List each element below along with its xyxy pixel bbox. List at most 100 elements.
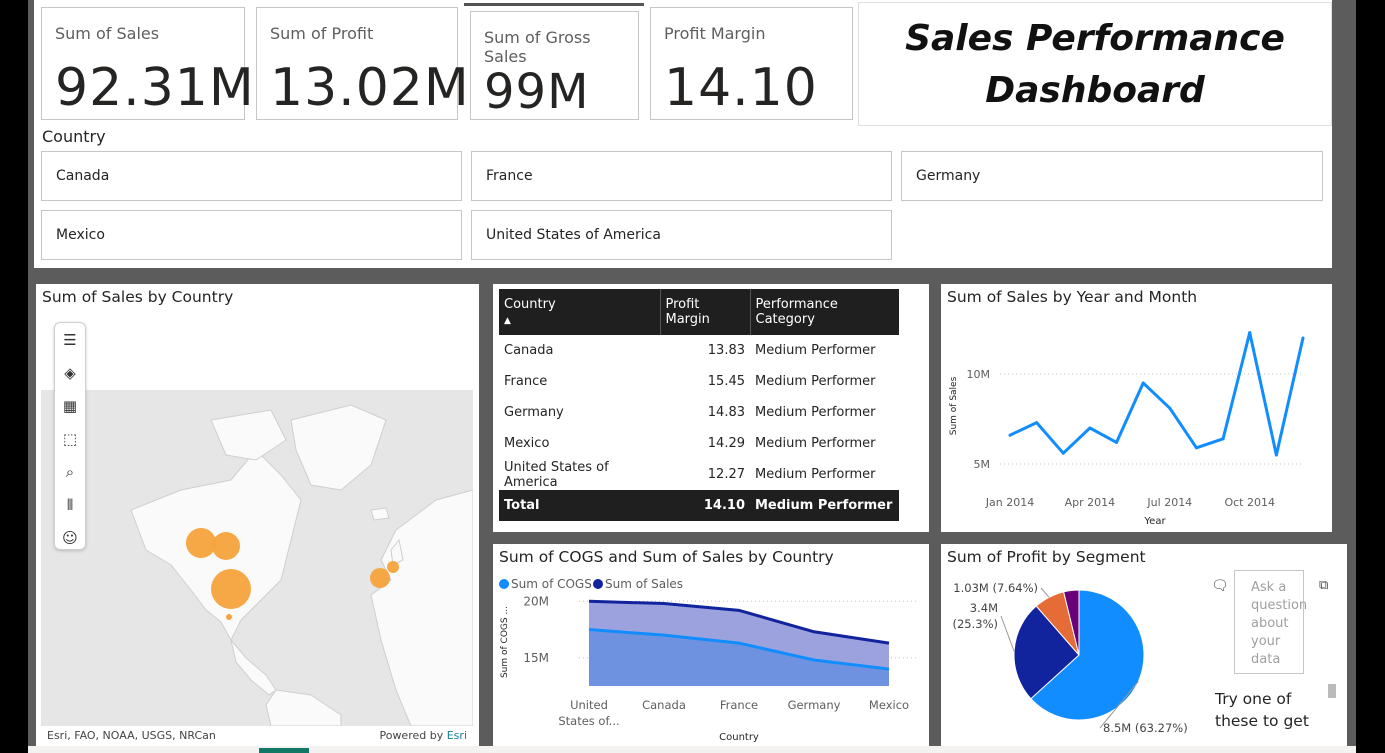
page-tabs-bar: [28, 746, 1356, 753]
layers-icon[interactable]: ◈: [55, 356, 85, 389]
kpi-sales-card[interactable]: Sum of Sales 92.31M: [41, 7, 254, 120]
left-edge: [0, 0, 28, 753]
kpi-sales-value: 92.31M: [55, 58, 255, 118]
x-tick-label: Germany: [788, 698, 841, 712]
leader-line: [1040, 587, 1050, 598]
y-tick-label: 15M: [523, 651, 549, 665]
slicer-option-mexico[interactable]: Mexico: [41, 210, 462, 260]
bubble-canada-2[interactable]: [212, 532, 240, 560]
pie-label: 3.4M: [970, 601, 998, 615]
map-footer: Esri, FAO, NOAA, USGS, NRCan Powered by …: [41, 726, 473, 746]
slicer-option-canada[interactable]: Canada: [41, 151, 462, 201]
legend-label: Sum of Sales: [605, 577, 683, 591]
pie-label: 1.03M (7.64%): [953, 581, 1038, 595]
cell-country: France: [504, 374, 548, 389]
area-chart[interactable]: Sum of COGS Sum of Sales 15M 20M United State…: [493, 544, 929, 746]
qr-icon[interactable]: ▦: [55, 389, 85, 422]
bubble-usa[interactable]: [211, 569, 251, 609]
kpi-margin-label: Profit Margin: [664, 24, 766, 43]
table-row[interactable]: Mexico 14.29 Medium Performer: [499, 428, 899, 459]
title-line-1: Sales Performance: [905, 18, 1285, 59]
slicer-option-germany[interactable]: Germany: [901, 151, 1323, 201]
map-svg: [41, 390, 473, 726]
x-tick-label: Canada: [642, 698, 686, 712]
active-page-tab[interactable]: [259, 748, 309, 753]
qa-input[interactable]: Ask a question about your data: [1234, 570, 1307, 674]
cell-country: United States of America: [504, 459, 609, 490]
cell-margin: 14.83: [707, 405, 745, 420]
x-tick-label: Jul 2014: [1146, 496, 1192, 509]
legend-marker: [499, 579, 509, 589]
col-margin[interactable]: Profit Margin: [659, 289, 750, 335]
y-axis-label: Sum of Sales: [949, 376, 959, 435]
x-tick-label: States of...: [558, 714, 619, 728]
pie-chart[interactable]: 8.5M (63.27%) 3.4M (25.3%) 1.03M (7.64%): [941, 544, 1201, 746]
kpi-margin-card[interactable]: Profit Margin 14.10: [650, 7, 853, 120]
leader-line: [1000, 615, 1015, 652]
line-point: [1115, 440, 1119, 444]
cell-category: Medium Performer: [755, 467, 876, 482]
x-tick-label: France: [720, 698, 758, 712]
person-icon[interactable]: ☺: [55, 521, 85, 554]
kpi-profit-value: 13.02M: [270, 58, 470, 118]
menu-icon[interactable]: ☰: [55, 323, 85, 356]
cell-country: Germany: [504, 405, 564, 420]
x-tick-label: Jan 2014: [985, 496, 1034, 509]
share-icon[interactable]: ⧉: [1319, 578, 1328, 593]
search-icon[interactable]: ⌕: [55, 455, 85, 488]
table-total-row: Total 14.10 Medium Performer: [499, 490, 899, 521]
kpi-gross-card[interactable]: Sum of Gross Sales 99M: [470, 11, 639, 120]
x-tick-label: Oct 2014: [1224, 496, 1275, 509]
country-slicer-title: Country: [42, 127, 106, 146]
y-tick-label: 20M: [523, 594, 549, 608]
table-row[interactable]: Canada 13.83 Medium Performer: [499, 335, 899, 366]
dashboard-title: Sales Performance Dashboard: [858, 2, 1332, 126]
bubble-mexico[interactable]: [226, 614, 232, 620]
esri-link[interactable]: Esri: [447, 729, 467, 742]
world-map[interactable]: [41, 390, 473, 726]
select-icon[interactable]: ⬚: [55, 422, 85, 455]
cell-margin: 13.83: [707, 343, 745, 358]
kpi-sales-label: Sum of Sales: [55, 24, 160, 43]
line-point: [1061, 451, 1065, 455]
total-margin: 14.10: [660, 490, 750, 521]
line-point: [1035, 421, 1039, 425]
col-category[interactable]: Performance Category: [749, 289, 899, 335]
map-title: Sum of Sales by Country: [42, 288, 234, 306]
cell-country: Mexico: [504, 436, 550, 451]
kpi-profit-card[interactable]: Sum of Profit 13.02M: [256, 7, 469, 120]
table-row[interactable]: Germany 14.83 Medium Performer: [499, 397, 899, 428]
slicer-option-france[interactable]: France: [471, 151, 892, 201]
line-chart-panel: Sum of Sales by Year and Month 5M 10M Jan …: [941, 284, 1332, 532]
total-label: Total: [499, 490, 660, 521]
line-point: [1088, 426, 1092, 430]
x-tick-label: Mexico: [869, 698, 909, 712]
qa-scrollbar[interactable]: [1328, 684, 1336, 698]
qa-suggestion: Try one of these to get: [1215, 690, 1309, 730]
table-row[interactable]: France 15.45 Medium Performer: [499, 366, 899, 397]
kpi-gross-label: Sum of Gross Sales: [484, 28, 591, 66]
cell-category: Medium Performer: [755, 374, 876, 389]
map-attribution: Esri, FAO, NOAA, USGS, NRCan: [47, 729, 216, 742]
comment-icon[interactable]: 🗨: [1211, 578, 1229, 594]
bubble-canada-1[interactable]: [186, 528, 216, 558]
line-point: [1194, 446, 1198, 450]
col-country[interactable]: Country ▲: [499, 289, 660, 335]
cell-category: Medium Performer: [755, 436, 876, 451]
map-powered-by: Powered by: [379, 729, 444, 742]
pie-label: (25.3%): [952, 617, 998, 631]
kpi-gross-value: 99M: [484, 64, 590, 120]
line-point: [1141, 381, 1145, 385]
table-row[interactable]: United States of America 12.27 Medium Perf…: [499, 459, 899, 490]
line-chart[interactable]: 5M 10M Jan 2014 Apr 2014 Jul 2014 Oct 2014 Yea…: [941, 284, 1332, 532]
line-point: [1301, 336, 1305, 340]
cell-margin: 14.29: [707, 436, 745, 451]
bubble-france[interactable]: [370, 568, 390, 588]
bubble-germany[interactable]: [387, 561, 399, 573]
x-axis-label: Country: [719, 732, 759, 743]
slicer-option-usa[interactable]: United States of America: [471, 210, 892, 260]
cell-category: Medium Performer: [755, 343, 876, 358]
x-tick-label: Apr 2014: [1065, 496, 1116, 509]
x-tick-label: United: [570, 698, 608, 712]
bars-icon[interactable]: ⦀: [55, 488, 85, 521]
